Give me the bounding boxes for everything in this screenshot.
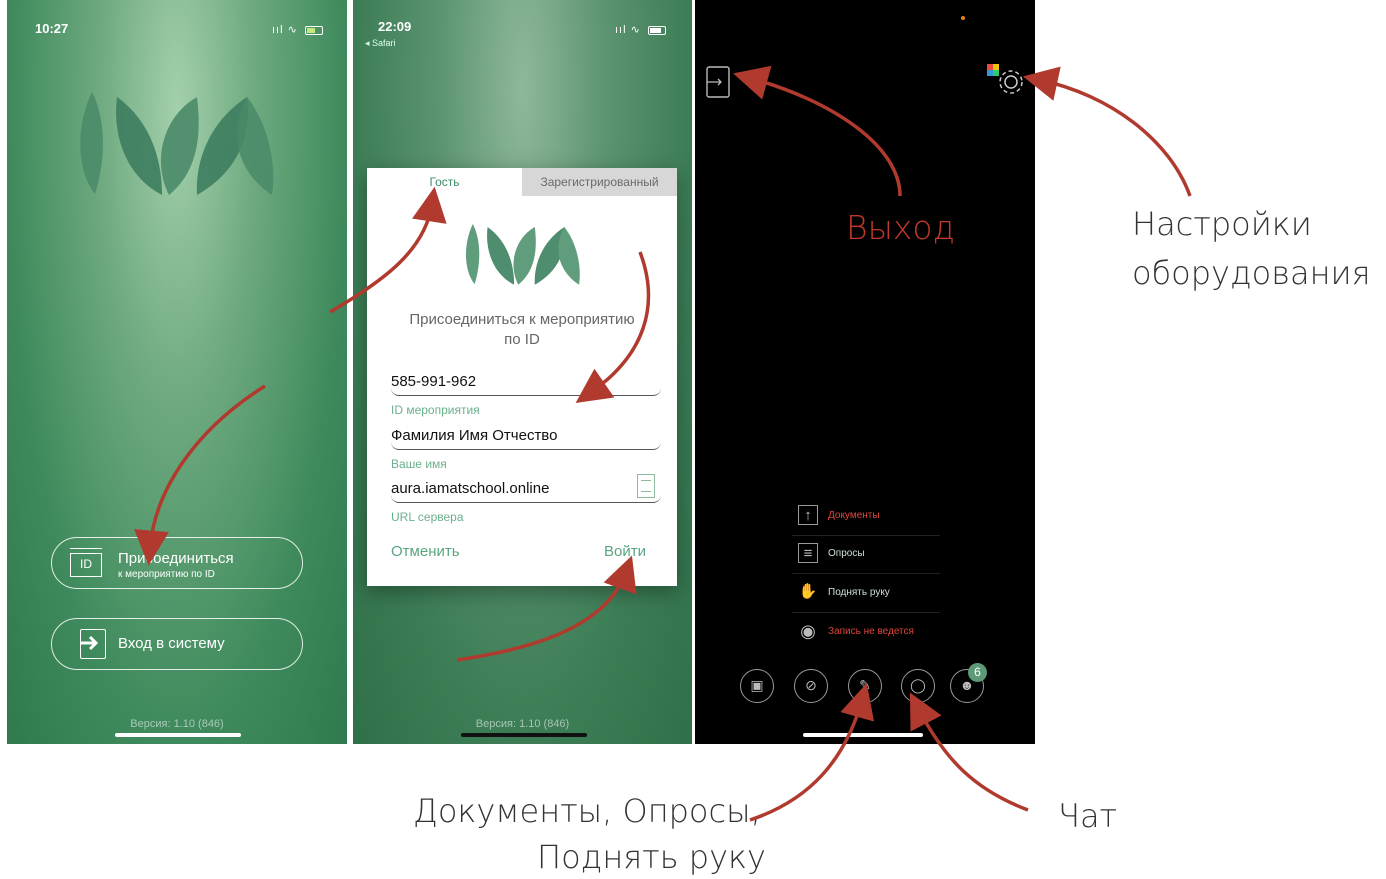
arrow-to-settings [1022,66,1192,197]
annotation-chat: Чат [1058,797,1118,835]
annotation-arrows [134,65,1192,822]
annotation-exit: Выход [846,208,955,247]
arrow-to-docs [749,683,875,822]
annotation-docs-line2: Поднять руку [537,838,766,876]
annotation-settings-line2: оборудования [1132,254,1371,292]
arrow-to-enter [456,555,637,662]
arrow-to-event-id [575,251,651,403]
arrow-to-exit [733,65,902,197]
arrow-to-chat [909,692,1029,812]
arrow-to-guest-tab [329,186,447,314]
annotation-settings-line1: Настройки [1132,205,1312,243]
arrow-to-join [134,384,266,566]
annotation-docs-line1: Документы, Опросы, [413,792,761,830]
